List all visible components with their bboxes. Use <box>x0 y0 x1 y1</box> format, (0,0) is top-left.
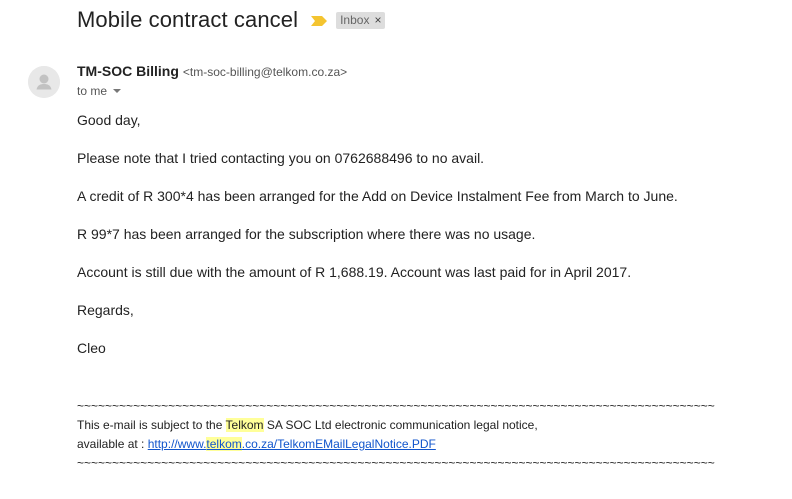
default-avatar-icon[interactable] <box>28 66 60 98</box>
legal-notice-link[interactable]: http://www.telkom.co.za/TelkomEMailLegal… <box>148 437 436 451</box>
notice-brand-highlight: Telkom <box>225 418 264 432</box>
body-signoff: Regards, <box>77 302 134 318</box>
sender-row: TM-SOC Billing <tm-soc-billing@telkom.co… <box>77 63 347 79</box>
body-paragraph: A credit of R 300*4 has been arranged fo… <box>77 188 678 204</box>
recipient-row[interactable]: to me <box>77 84 122 98</box>
inbox-label-text: Inbox <box>340 12 370 27</box>
available-prefix: available at : <box>77 437 148 451</box>
link-brand-highlight: telkom <box>206 437 242 451</box>
subject-row: Mobile contract cancel Inbox × <box>77 6 386 34</box>
legal-link-line: available at : http://www.telkom.co.za/T… <box>77 435 715 454</box>
link-part-1: http://www. <box>147 437 207 451</box>
footer-rule-bottom: ~~~~~~~~~~~~~~~~~~~~~~~~~~~~~~~~~~~~~~~~… <box>77 456 715 470</box>
link-part-2: .co.za/TelkomEMailLegalNotice.PDF <box>241 437 436 451</box>
caret-down-icon[interactable] <box>113 89 122 93</box>
sender-name[interactable]: TM-SOC Billing <box>77 63 179 79</box>
sender-email: <tm-soc-billing@telkom.co.za> <box>182 65 348 79</box>
body-signature: Cleo <box>77 340 106 356</box>
footer-rule-top: ~~~~~~~~~~~~~~~~~~~~~~~~~~~~~~~~~~~~~~~~… <box>77 399 715 413</box>
importance-marker-icon[interactable] <box>310 14 328 26</box>
body-paragraph: Please note that I tried contacting you … <box>77 150 485 166</box>
legal-notice-line: This e-mail is subject to the Telkom SA … <box>77 416 715 435</box>
body-paragraph: R 99*7 has been arranged for the subscri… <box>77 226 536 242</box>
remove-label-icon[interactable]: × <box>374 13 381 27</box>
body-paragraph: Account is still due with the amount of … <box>77 264 632 280</box>
recipient-text: to me <box>77 84 108 98</box>
notice-suffix: SA SOC Ltd electronic communication lega… <box>263 418 538 432</box>
inbox-label-chip: Inbox × <box>336 11 386 29</box>
notice-prefix: This e-mail is subject to the <box>77 418 226 432</box>
body-greeting: Good day, <box>77 112 141 128</box>
legal-footer: ~~~~~~~~~~~~~~~~~~~~~~~~~~~~~~~~~~~~~~~~… <box>77 397 715 473</box>
email-subject: Mobile contract cancel <box>77 7 299 32</box>
